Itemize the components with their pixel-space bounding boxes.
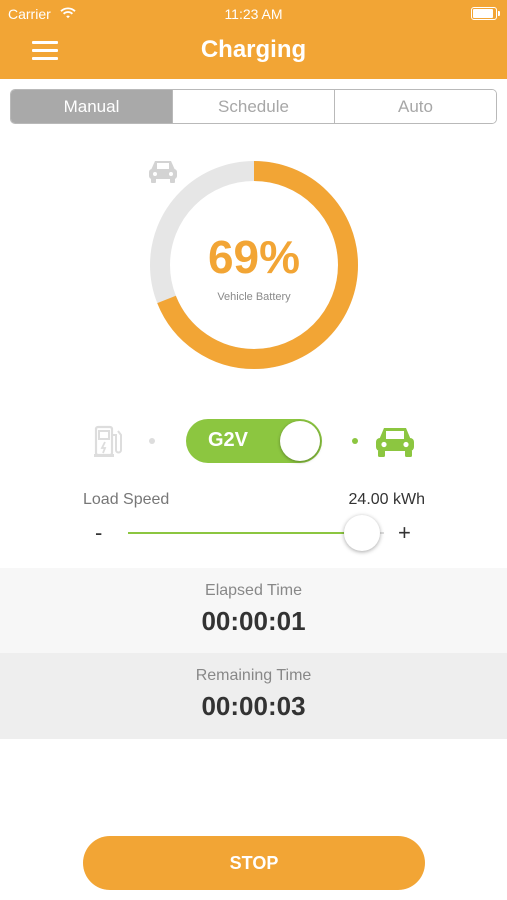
decrease-speed-button[interactable]: - bbox=[95, 520, 102, 546]
fuel-pump-icon bbox=[94, 425, 122, 457]
stop-button[interactable]: STOP bbox=[83, 836, 425, 890]
elapsed-time-value: 00:00:01 bbox=[201, 606, 306, 636]
load-speed-label: Load Speed bbox=[83, 491, 170, 508]
tab-auto[interactable]: Auto bbox=[334, 90, 496, 123]
remaining-time-value: 00:00:03 bbox=[201, 691, 306, 721]
g2v-toggle[interactable]: G2V bbox=[186, 419, 322, 463]
car-icon bbox=[376, 428, 414, 457]
increase-speed-button[interactable]: + bbox=[398, 520, 411, 546]
status-time: 11:23 AM bbox=[224, 6, 283, 22]
load-speed-slider-thumb[interactable] bbox=[344, 515, 380, 551]
tab-manual[interactable]: Manual bbox=[11, 90, 172, 123]
remaining-time-label: Remaining Time bbox=[195, 667, 312, 684]
right-indicator-dot bbox=[352, 438, 358, 444]
load-speed-slider-fill bbox=[128, 532, 353, 534]
page-title: Charging bbox=[200, 36, 307, 63]
left-indicator-dot bbox=[149, 438, 155, 444]
battery-gauge: 69% Vehicle Battery bbox=[147, 158, 361, 372]
remaining-time-panel: Remaining Time 00:00:03 bbox=[0, 653, 507, 739]
battery-level-fill bbox=[473, 9, 493, 18]
mode-segmented-control: Manual Schedule Auto bbox=[10, 89, 497, 124]
car-icon bbox=[149, 161, 177, 183]
elapsed-time-panel: Elapsed Time 00:00:01 bbox=[0, 568, 507, 653]
g2v-toggle-knob[interactable] bbox=[280, 421, 320, 461]
tab-schedule[interactable]: Schedule bbox=[172, 90, 334, 123]
battery-label: Vehicle Battery bbox=[217, 291, 291, 303]
header-bar: Carrier 11:23 AM Charging bbox=[0, 0, 507, 79]
load-speed-value: 24.00 kWh bbox=[348, 491, 425, 508]
elapsed-time-label: Elapsed Time bbox=[205, 582, 302, 599]
battery-percent: 69% bbox=[207, 231, 301, 283]
g2v-toggle-label: G2V bbox=[208, 429, 249, 451]
status-bar: Carrier 11:23 AM bbox=[0, 6, 507, 24]
battery-icon bbox=[471, 7, 500, 20]
